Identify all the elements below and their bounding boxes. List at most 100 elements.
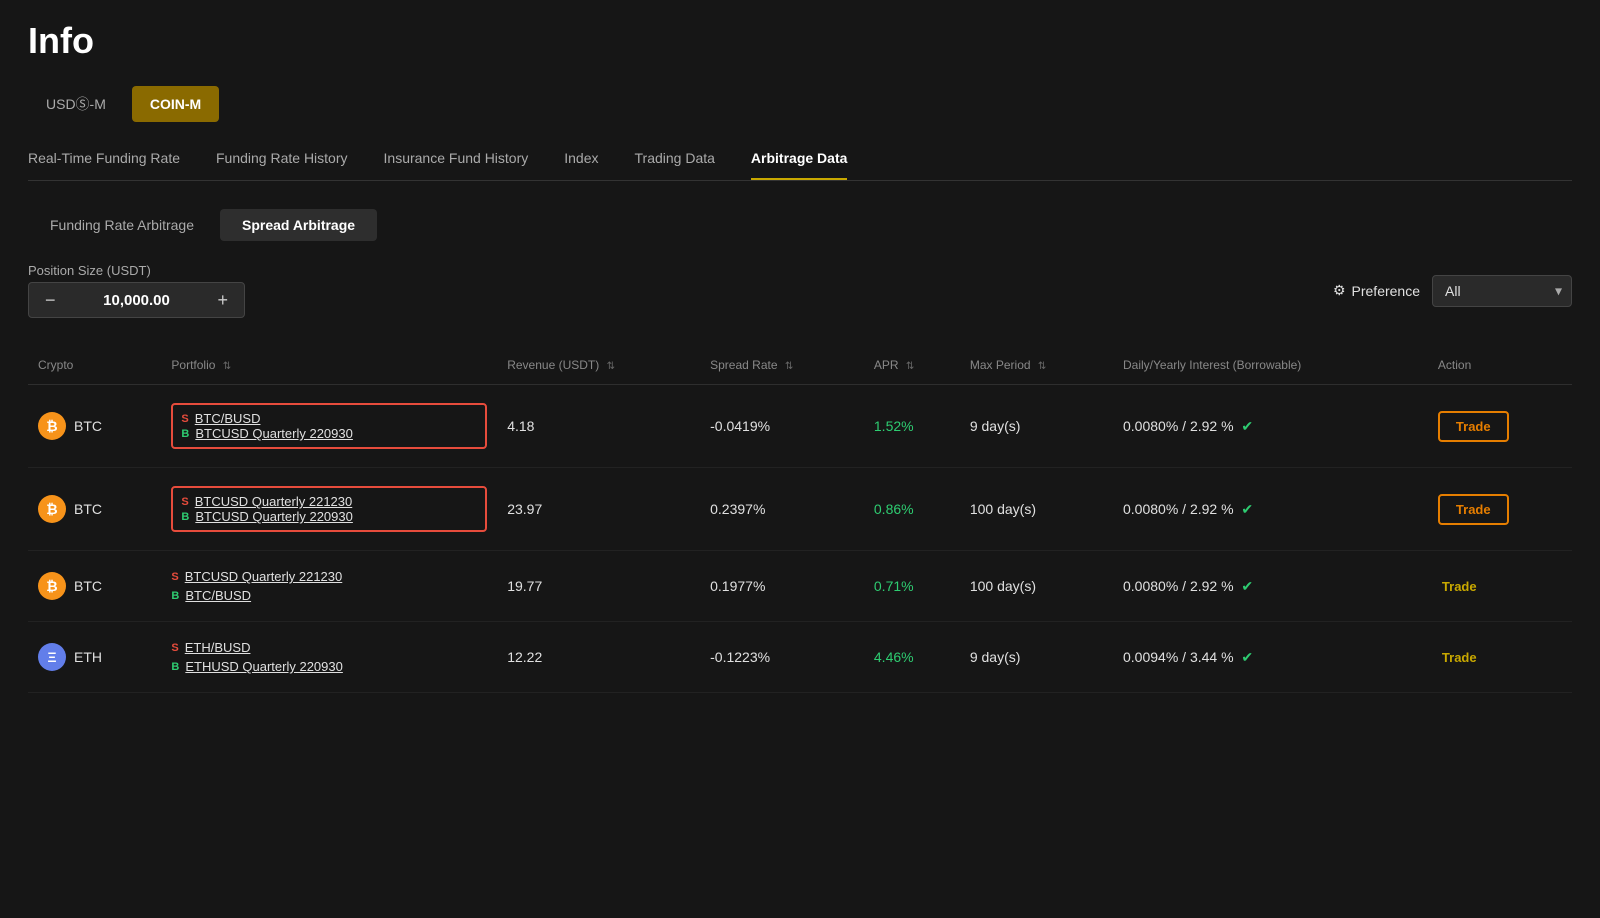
preference-label: Preference	[1352, 283, 1420, 299]
tab-index[interactable]: Index	[564, 150, 598, 180]
max-period-cell-1: 9 day(s)	[960, 385, 1113, 468]
col-action: Action	[1428, 346, 1572, 385]
crypto-cell-2: ₿ BTC	[28, 468, 161, 551]
tab-trading-data[interactable]: Trading Data	[635, 150, 715, 180]
crypto-cell-3: ₿ BTC	[28, 551, 161, 622]
spread-rate-cell-3: 0.1977%	[700, 551, 864, 622]
buy-badge-1: B	[181, 428, 189, 440]
position-section: Position Size (USDT) − +	[28, 263, 245, 318]
sell-asset-3[interactable]: BTCUSD Quarterly 221230	[185, 569, 343, 584]
sell-badge-1: S	[181, 413, 188, 425]
position-input[interactable]	[72, 292, 202, 309]
col-revenue: Revenue (USDT) ⇅	[497, 346, 700, 385]
action-cell-2: Trade	[1428, 468, 1572, 551]
crypto-name-4: ETH	[74, 649, 102, 665]
sub-tab-bar: Funding Rate Arbitrage Spread Arbitrage	[28, 209, 1572, 241]
buy-asset-2[interactable]: BTCUSD Quarterly 220930	[195, 509, 353, 524]
revenue-cell-1: 4.18	[497, 385, 700, 468]
preference-area: ⚙ Preference All BTC ETH	[1333, 275, 1572, 307]
col-daily-yearly: Daily/Yearly Interest (Borrowable)	[1113, 346, 1428, 385]
revenue-cell-4: 12.22	[497, 622, 700, 693]
check-icon-3: ✔	[1241, 578, 1253, 594]
daily-yearly-cell-4: 0.0094% / 3.44 % ✔	[1113, 622, 1428, 693]
table-row: ₿ BTC S BTCUSD Quarterly 221230 B BTC/BU…	[28, 551, 1572, 622]
coinm-tab[interactable]: COIN-M	[132, 86, 219, 122]
buy-asset-1[interactable]: BTCUSD Quarterly 220930	[195, 426, 353, 441]
daily-yearly-cell-1: 0.0080% / 2.92 % ✔	[1113, 385, 1428, 468]
sell-asset-2[interactable]: BTCUSD Quarterly 221230	[195, 494, 353, 509]
col-portfolio: Portfolio ⇅	[161, 346, 497, 385]
sell-badge-4: S	[171, 642, 178, 654]
spread-sort-icon[interactable]: ⇅	[785, 361, 793, 372]
action-cell-1: Trade	[1428, 385, 1572, 468]
eth-icon-4: Ξ	[38, 643, 66, 671]
portfolio-cell-2: S BTCUSD Quarterly 221230 B BTCUSD Quart…	[161, 468, 497, 551]
daily-yearly-cell-3: 0.0080% / 2.92 % ✔	[1113, 551, 1428, 622]
tab-insurance-history[interactable]: Insurance Fund History	[384, 150, 529, 180]
crypto-name-3: BTC	[74, 578, 102, 594]
tab-funding-history[interactable]: Funding Rate History	[216, 150, 348, 180]
trade-button-4[interactable]: Trade	[1438, 644, 1481, 671]
btc-icon-1: ₿	[38, 412, 66, 440]
tab-arbitrage-data[interactable]: Arbitrage Data	[751, 150, 847, 180]
check-icon-2: ✔	[1241, 501, 1253, 517]
daily-yearly-cell-2: 0.0080% / 2.92 % ✔	[1113, 468, 1428, 551]
position-minus-btn[interactable]: −	[29, 283, 72, 317]
position-plus-btn[interactable]: +	[202, 283, 245, 317]
trade-button-2[interactable]: Trade	[1438, 494, 1509, 525]
crypto-name-1: BTC	[74, 418, 102, 434]
portfolio-sort-icon[interactable]: ⇅	[223, 361, 231, 372]
apr-sort-icon[interactable]: ⇅	[906, 361, 914, 372]
sell-asset-4[interactable]: ETH/BUSD	[185, 640, 251, 655]
revenue-cell-3: 19.77	[497, 551, 700, 622]
spread-rate-cell-1: -0.0419%	[700, 385, 864, 468]
trade-button-3[interactable]: Trade	[1438, 573, 1481, 600]
currency-tab-bar: USDⓈ-M COIN-M	[28, 86, 1572, 122]
sell-badge-2: S	[181, 496, 188, 508]
action-cell-3: Trade	[1428, 551, 1572, 622]
usdm-tab[interactable]: USDⓈ-M	[28, 86, 124, 122]
apr-cell-2: 0.86%	[864, 468, 960, 551]
sub-tab-spread-arb[interactable]: Spread Arbitrage	[220, 209, 377, 241]
trade-button-1[interactable]: Trade	[1438, 411, 1509, 442]
sell-asset-1[interactable]: BTC/BUSD	[195, 411, 261, 426]
col-crypto: Crypto	[28, 346, 161, 385]
btc-icon-3: ₿	[38, 572, 66, 600]
position-input-group: − +	[28, 282, 245, 318]
sub-tab-funding-arb[interactable]: Funding Rate Arbitrage	[28, 209, 216, 241]
preference-button[interactable]: ⚙ Preference	[1333, 282, 1420, 299]
arbitrage-table: Crypto Portfolio ⇅ Revenue (USDT) ⇅ Spre…	[28, 346, 1572, 693]
crypto-name-2: BTC	[74, 501, 102, 517]
check-icon-1: ✔	[1241, 418, 1253, 434]
table-row: Ξ ETH S ETH/BUSD B ETHUSD Quarterly 2209…	[28, 622, 1572, 693]
revenue-sort-icon[interactable]: ⇅	[607, 361, 615, 372]
check-icon-4: ✔	[1241, 649, 1253, 665]
spread-rate-cell-2: 0.2397%	[700, 468, 864, 551]
page-title: Info	[28, 20, 1572, 62]
max-period-sort-icon[interactable]: ⇅	[1038, 361, 1046, 372]
sliders-icon: ⚙	[1333, 282, 1346, 299]
position-label: Position Size (USDT)	[28, 263, 245, 278]
col-max-period: Max Period ⇅	[960, 346, 1113, 385]
buy-asset-3[interactable]: BTC/BUSD	[185, 588, 251, 603]
buy-badge-3: B	[171, 590, 179, 602]
max-period-cell-4: 9 day(s)	[960, 622, 1113, 693]
position-preference-row: Position Size (USDT) − + ⚙ Preference Al…	[28, 263, 1572, 318]
portfolio-cell-1: S BTC/BUSD B BTCUSD Quarterly 220930	[161, 385, 497, 468]
buy-badge-4: B	[171, 661, 179, 673]
apr-cell-3: 0.71%	[864, 551, 960, 622]
portfolio-cell-3: S BTCUSD Quarterly 221230 B BTC/BUSD	[161, 551, 497, 622]
table-row: ₿ BTC S BTCUSD Quarterly 221230 B BTCUSD…	[28, 468, 1572, 551]
buy-asset-4[interactable]: ETHUSD Quarterly 220930	[185, 659, 343, 674]
max-period-cell-3: 100 day(s)	[960, 551, 1113, 622]
buy-badge-2: B	[181, 511, 189, 523]
sell-badge-3: S	[171, 571, 178, 583]
col-apr: APR ⇅	[864, 346, 960, 385]
apr-cell-1: 1.52%	[864, 385, 960, 468]
filter-select-wrapper: All BTC ETH	[1432, 275, 1572, 307]
action-cell-4: Trade	[1428, 622, 1572, 693]
spread-rate-cell-4: -0.1223%	[700, 622, 864, 693]
filter-select[interactable]: All BTC ETH	[1432, 275, 1572, 307]
apr-cell-4: 4.46%	[864, 622, 960, 693]
tab-realtime-funding[interactable]: Real-Time Funding Rate	[28, 150, 180, 180]
